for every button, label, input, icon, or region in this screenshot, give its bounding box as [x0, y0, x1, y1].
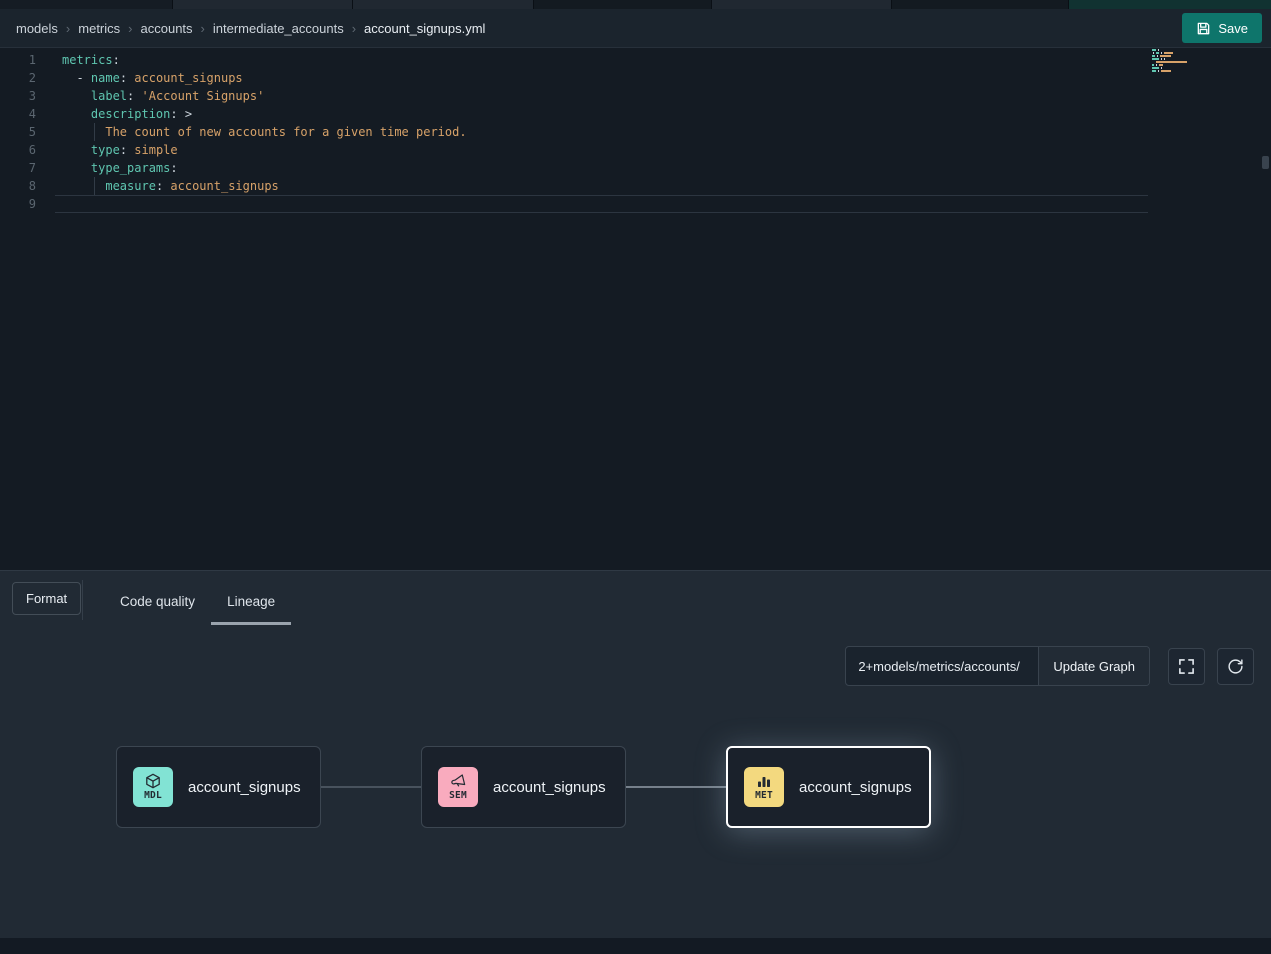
- app-window: models › metrics › accounts › intermediate_acc…: [0, 0, 1271, 954]
- code-line[interactable]: 5 The count of new accounts for a given …: [0, 123, 1271, 141]
- editor-lines: 1metrics:2 - name: account_signups3 labe…: [0, 48, 1271, 213]
- code-line[interactable]: 8 measure: account_signups: [0, 177, 1271, 195]
- node-type-badge: MDL: [133, 767, 173, 807]
- minimap[interactable]: [1152, 49, 1210, 76]
- panel-header: Format Code qualityLineage: [0, 571, 1271, 631]
- lineage-selector-group: Update Graph: [845, 646, 1150, 686]
- node-type-label: SEM: [449, 790, 467, 801]
- editor-tabs-strip: [0, 0, 1271, 9]
- format-button[interactable]: Format: [12, 582, 81, 615]
- line-number: 4: [0, 105, 36, 123]
- editor-tab[interactable]: [892, 0, 1068, 9]
- line-number: 2: [0, 69, 36, 87]
- chevron-right-icon: ›: [128, 21, 132, 36]
- chevron-right-icon: ›: [201, 21, 205, 36]
- divider: [82, 580, 83, 620]
- code-line[interactable]: 6 type: simple: [0, 141, 1271, 159]
- code-text: The count of new accounts for a given ti…: [36, 123, 467, 141]
- indent-guide: [94, 177, 95, 195]
- code-text: description: >: [36, 105, 192, 123]
- editor-tab[interactable]: [353, 0, 533, 9]
- line-number: 5: [0, 123, 36, 141]
- breadcrumb-item[interactable]: models: [16, 21, 58, 36]
- code-line[interactable]: 4 description: >: [0, 105, 1271, 123]
- code-text: metrics:: [36, 51, 120, 69]
- line-number: 9: [0, 195, 36, 213]
- node-type-label: MDL: [144, 790, 162, 801]
- line-number: 3: [0, 87, 36, 105]
- breadcrumb-item[interactable]: accounts: [141, 21, 193, 36]
- minimap-line: [1152, 64, 1210, 66]
- metric-chart-icon: [756, 773, 772, 789]
- tab-lineage[interactable]: Lineage: [211, 571, 291, 631]
- lineage-selector-input[interactable]: [846, 647, 1038, 685]
- tab-code-quality[interactable]: Code quality: [104, 571, 211, 631]
- code-text: - name: account_signups: [36, 69, 243, 87]
- lineage-node-mdl[interactable]: MDL account_signups: [116, 746, 321, 828]
- lineage-node-met[interactable]: MET account_signups: [726, 746, 931, 828]
- minimap-line: [1152, 52, 1210, 54]
- node-type-badge: MET: [744, 767, 784, 807]
- breadcrumb-item[interactable]: metrics: [78, 21, 120, 36]
- breadcrumb-item[interactable]: account_signups.yml: [364, 21, 485, 36]
- code-line[interactable]: 2 - name: account_signups: [0, 69, 1271, 87]
- line-number: 1: [0, 51, 36, 69]
- model-cube-icon: [145, 773, 161, 789]
- editor-tab[interactable]: [712, 0, 891, 9]
- breadcrumb-bar: models › metrics › accounts › intermediate_acc…: [0, 9, 1271, 48]
- status-bar: [0, 938, 1271, 954]
- chevron-right-icon: ›: [352, 21, 356, 36]
- fullscreen-button[interactable]: [1168, 648, 1205, 685]
- minimap-line: [1152, 49, 1210, 51]
- line-number: 8: [0, 177, 36, 195]
- lineage-edge: [321, 786, 421, 788]
- indent-guide: [94, 123, 95, 141]
- node-name: account_signups: [493, 779, 606, 796]
- save-icon: [1196, 21, 1211, 36]
- node-type-badge: SEM: [438, 767, 478, 807]
- save-button[interactable]: Save: [1182, 13, 1262, 43]
- code-line[interactable]: 1metrics:: [0, 51, 1271, 69]
- editor-tab[interactable]: [1069, 0, 1271, 9]
- minimap-line: [1152, 61, 1210, 63]
- fullscreen-icon: [1178, 658, 1195, 675]
- current-line-highlight: [55, 195, 1148, 213]
- refresh-button[interactable]: [1217, 648, 1254, 685]
- editor-tab[interactable]: [173, 0, 352, 9]
- breadcrumb-item[interactable]: intermediate_accounts: [213, 21, 344, 36]
- lineage-node-sem[interactable]: SEM account_signups: [421, 746, 626, 828]
- line-number: 6: [0, 141, 36, 159]
- bottom-panel: Format Code qualityLineage Update Graph: [0, 570, 1271, 938]
- semantic-megaphone-icon: [450, 773, 466, 789]
- breadcrumb: models › metrics › accounts › intermediate_acc…: [16, 21, 1182, 36]
- minimap-line: [1152, 58, 1210, 60]
- minimap-line: [1152, 67, 1210, 69]
- code-editor[interactable]: 1metrics:2 - name: account_signups3 labe…: [0, 48, 1271, 570]
- code-text: type_params:: [36, 159, 178, 177]
- code-line[interactable]: 3 label: 'Account Signups': [0, 87, 1271, 105]
- minimap-line: [1152, 73, 1210, 75]
- code-text: label: 'Account Signups': [36, 87, 264, 105]
- save-label: Save: [1218, 21, 1248, 36]
- scrollbar[interactable]: [1262, 156, 1269, 169]
- editor-tab[interactable]: [534, 0, 711, 9]
- minimap-line: [1152, 70, 1210, 72]
- graph-controls: Update Graph: [845, 646, 1254, 686]
- node-name: account_signups: [188, 779, 301, 796]
- editor-tab[interactable]: [0, 0, 172, 9]
- code-text: type: simple: [36, 141, 178, 159]
- chevron-right-icon: ›: [66, 21, 70, 36]
- minimap-line: [1152, 55, 1210, 57]
- code-line[interactable]: 7 type_params:: [0, 159, 1271, 177]
- node-name: account_signups: [799, 779, 912, 796]
- line-number: 7: [0, 159, 36, 177]
- lineage-canvas[interactable]: MDL account_signups SEM account_signups MET a…: [0, 701, 1271, 922]
- lineage-edge: [626, 786, 726, 788]
- node-type-label: MET: [755, 790, 773, 801]
- update-graph-button[interactable]: Update Graph: [1038, 647, 1149, 685]
- refresh-icon: [1227, 658, 1244, 675]
- code-text: measure: account_signups: [36, 177, 279, 195]
- panel-tabs: Code qualityLineage: [104, 571, 291, 631]
